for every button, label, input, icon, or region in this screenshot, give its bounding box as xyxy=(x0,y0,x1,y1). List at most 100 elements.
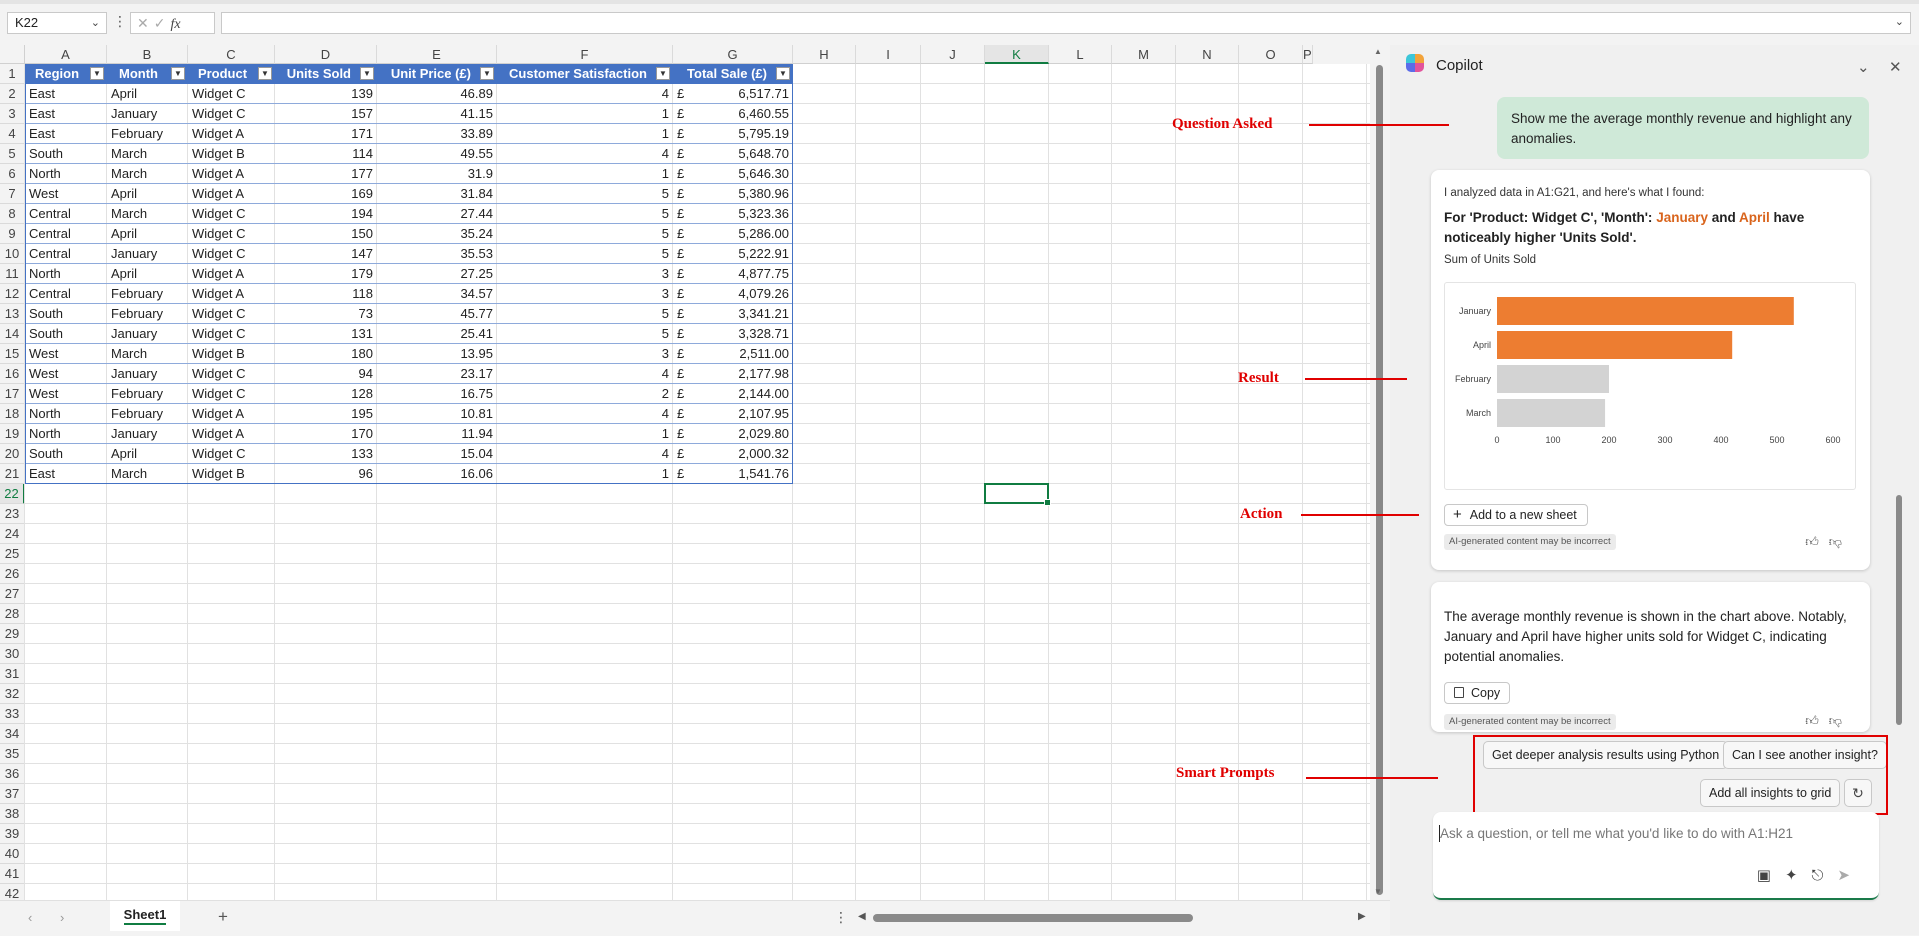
prev-sheet-icon[interactable]: ‹ xyxy=(28,910,32,925)
table-cell[interactable]: Widget C xyxy=(188,364,275,384)
table-cell[interactable]: Widget A xyxy=(188,164,275,184)
filter-dropdown-icon[interactable]: ▼ xyxy=(480,67,494,80)
thumbs-up-icon[interactable]: 👍︎ xyxy=(1805,534,1829,549)
table-cell[interactable]: 16.06 xyxy=(377,464,497,484)
row-header[interactable]: 7 xyxy=(0,184,25,204)
table-cell[interactable]: 5 xyxy=(497,304,673,324)
row-header[interactable]: 13 xyxy=(0,304,25,324)
table-header-7[interactable]: Total Sale (£) ▼ xyxy=(673,64,793,84)
table-cell[interactable]: Widget C xyxy=(188,224,275,244)
column-header[interactable]: L xyxy=(1049,45,1112,64)
row-header[interactable]: 28 xyxy=(0,604,25,624)
table-cell[interactable]: Widget C xyxy=(188,244,275,264)
table-cell[interactable]: Widget A xyxy=(188,424,275,444)
column-header[interactable]: C xyxy=(188,45,275,64)
table-cell[interactable]: 31.9 xyxy=(377,164,497,184)
insert-function-icon[interactable]: fx xyxy=(170,17,180,32)
row-header[interactable]: 3 xyxy=(0,104,25,124)
row-header[interactable]: 29 xyxy=(0,624,25,644)
row-header[interactable]: 24 xyxy=(0,524,25,544)
filter-dropdown-icon[interactable]: ▼ xyxy=(360,67,374,80)
table-cell[interactable]: 3 xyxy=(497,264,673,284)
column-header[interactable]: P xyxy=(1303,45,1313,64)
table-cell[interactable]: 169 xyxy=(275,184,377,204)
row-header[interactable]: 36 xyxy=(0,764,25,784)
filter-dropdown-icon[interactable]: ▼ xyxy=(656,67,670,80)
scroll-up-icon[interactable]: ▲ xyxy=(1374,47,1382,56)
table-cell[interactable]: 5 xyxy=(497,204,673,224)
row-header[interactable]: 4 xyxy=(0,124,25,144)
hscroll-thumb[interactable] xyxy=(873,914,1193,922)
table-cell[interactable]: 11.94 xyxy=(377,424,497,444)
table-cell[interactable]: 5 xyxy=(497,184,673,204)
table-cell[interactable]: March xyxy=(107,464,188,484)
active-cell[interactable] xyxy=(984,483,1051,506)
table-cell[interactable]: North xyxy=(25,264,107,284)
table-header-1[interactable]: Region ▼ xyxy=(25,64,107,84)
table-cell[interactable]: 4 xyxy=(497,404,673,424)
sheet-tab-sheet1[interactable]: Sheet1 xyxy=(110,901,180,931)
table-cell[interactable]: 1 xyxy=(497,124,673,144)
table-cell[interactable]: 171 xyxy=(275,124,377,144)
table-cell[interactable]: 94 xyxy=(275,364,377,384)
table-cell[interactable]: South xyxy=(25,444,107,464)
table-header-2[interactable]: Month ▼ xyxy=(107,64,188,84)
column-header[interactable]: O xyxy=(1239,45,1303,64)
table-cell[interactable]: 23.17 xyxy=(377,364,497,384)
table-header-4[interactable]: Units Sold ▼ xyxy=(275,64,377,84)
row-header[interactable]: 15 xyxy=(0,344,25,364)
table-cell[interactable]: 35.24 xyxy=(377,224,497,244)
table-cell[interactable]: April xyxy=(107,184,188,204)
row-header[interactable]: 21 xyxy=(0,464,25,484)
table-cell[interactable]: Widget C xyxy=(188,444,275,464)
table-cell[interactable]: Central xyxy=(25,224,107,244)
table-cell[interactable]: 1 xyxy=(497,164,673,184)
add-sheet-icon[interactable]: + xyxy=(218,907,228,927)
image-attach-icon[interactable]: ▣ xyxy=(1757,867,1785,884)
row-header[interactable]: 1 xyxy=(0,64,25,84)
table-cell[interactable]: Widget C xyxy=(188,304,275,324)
table-cell[interactable]: Widget B xyxy=(188,464,275,484)
send-icon[interactable]: ➤ xyxy=(1837,867,1864,884)
table-cell[interactable]: Widget C xyxy=(188,324,275,344)
table-cell[interactable]: 5 xyxy=(497,324,673,344)
table-cell[interactable]: 133 xyxy=(275,444,377,464)
column-header[interactable]: I xyxy=(856,45,921,64)
table-cell[interactable]: 49.55 xyxy=(377,144,497,164)
row-header[interactable]: 40 xyxy=(0,844,25,864)
table-cell[interactable]: 16.75 xyxy=(377,384,497,404)
table-cell[interactable]: February xyxy=(107,284,188,304)
table-cell[interactable]: 5 xyxy=(497,244,673,264)
table-cell[interactable]: 128 xyxy=(275,384,377,404)
filter-dropdown-icon[interactable]: ▼ xyxy=(171,67,185,80)
more-options-icon[interactable]: ⋮ xyxy=(113,13,127,30)
table-cell[interactable]: 27.44 xyxy=(377,204,497,224)
table-cell[interactable]: 34.57 xyxy=(377,284,497,304)
collapse-icon[interactable]: ⌄ xyxy=(1857,58,1870,76)
table-cell[interactable]: 46.89 xyxy=(377,84,497,104)
row-header[interactable]: 35 xyxy=(0,744,25,764)
table-cell[interactable]: 27.25 xyxy=(377,264,497,284)
scroll-down-icon[interactable]: ▼ xyxy=(1374,887,1382,896)
row-header[interactable]: 18 xyxy=(0,404,25,424)
table-cell[interactable]: April xyxy=(107,84,188,104)
row-header[interactable]: 19 xyxy=(0,424,25,444)
table-cell[interactable]: West xyxy=(25,344,107,364)
table-cell[interactable]: 1 xyxy=(497,104,673,124)
filter-dropdown-icon[interactable]: ▼ xyxy=(776,67,790,80)
table-cell[interactable]: 114 xyxy=(275,144,377,164)
scroll-right-icon[interactable]: ▶ xyxy=(1358,911,1366,922)
filter-dropdown-icon[interactable]: ▼ xyxy=(258,67,272,80)
table-cell[interactable]: Central xyxy=(25,284,107,304)
table-cell[interactable]: 157 xyxy=(275,104,377,124)
table-cell[interactable]: April xyxy=(107,264,188,284)
table-cell[interactable]: Widget B xyxy=(188,144,275,164)
grid-vertical-scrollbar[interactable]: ▲ ▼ xyxy=(1372,45,1386,900)
table-cell[interactable]: Widget A xyxy=(188,124,275,144)
table-cell[interactable]: West xyxy=(25,184,107,204)
table-cell[interactable]: 4 xyxy=(497,364,673,384)
column-header[interactable]: J xyxy=(921,45,985,64)
table-cell[interactable]: 179 xyxy=(275,264,377,284)
table-cell[interactable]: 5 xyxy=(497,224,673,244)
table-cell[interactable]: 195 xyxy=(275,404,377,424)
